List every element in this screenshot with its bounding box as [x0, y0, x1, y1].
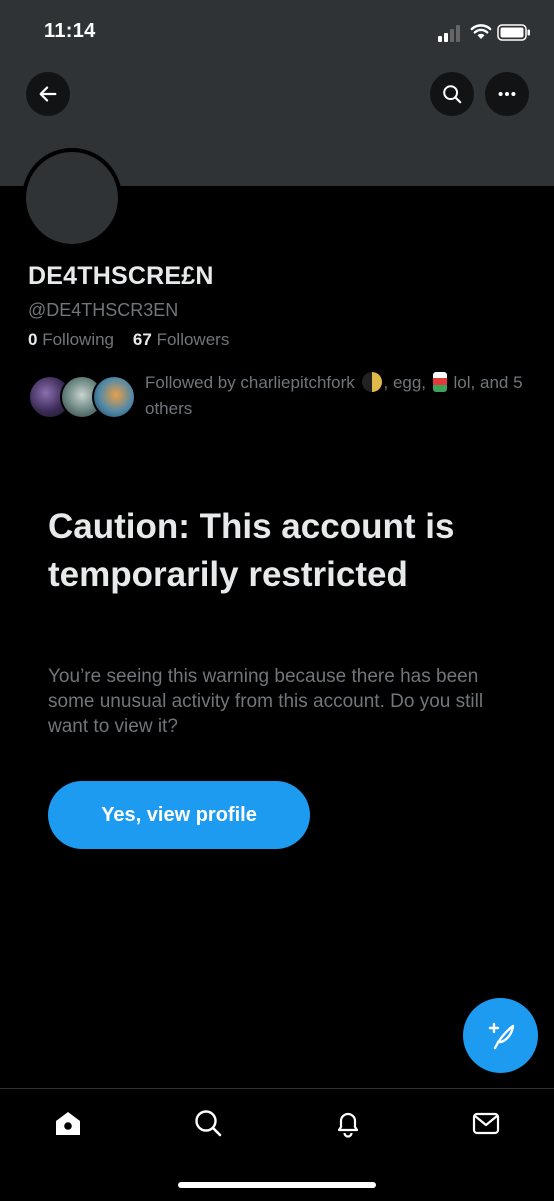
notifications-icon: [337, 1112, 359, 1138]
back-button[interactable]: [26, 72, 70, 116]
tab-notifications[interactable]: [332, 1107, 364, 1139]
followed-by-text[interactable]: Followed by charliepitchfork , egg, lol,…: [145, 370, 540, 422]
followed-by-name-lol: lol,: [453, 373, 476, 392]
search-button[interactable]: [430, 72, 474, 116]
juice-box-emoji-icon: [432, 372, 447, 392]
back-arrow-icon: [39, 86, 57, 102]
display-name: DE4THSCRE£N: [28, 262, 214, 290]
followed-by-name-egg: , egg,: [383, 373, 427, 392]
cellular-signal-icon: [438, 25, 460, 42]
wifi-icon: [470, 24, 492, 39]
warning-body: You’re seeing this warning because there…: [48, 666, 484, 737]
home-icon: [56, 1112, 80, 1135]
messages-icon: [472, 1112, 500, 1135]
more-options-button[interactable]: [485, 72, 529, 116]
moon-emoji-icon: [361, 372, 382, 392]
compose-icon: [488, 1022, 514, 1049]
compose-button[interactable]: [463, 998, 538, 1073]
avatar[interactable]: [22, 148, 122, 248]
search-icon: [443, 85, 462, 104]
following-link[interactable]: 0 Following: [28, 330, 114, 349]
tab-messages[interactable]: [470, 1107, 502, 1139]
mutual-avatar: [92, 375, 136, 419]
search-icon: [195, 1110, 222, 1137]
tab-home[interactable]: [52, 1107, 84, 1139]
view-profile-button[interactable]: Yes, view profile: [48, 781, 310, 849]
followed-by-prefix: Followed by charliepitchfork: [145, 373, 355, 392]
home-indicator[interactable]: [178, 1182, 376, 1188]
user-handle: @DE4THSCR3EN: [28, 300, 179, 320]
followers-link[interactable]: 67 Followers: [133, 330, 229, 349]
follow-counts: 0 Following 67 Followers: [28, 330, 229, 350]
tab-search[interactable]: [192, 1107, 224, 1139]
battery-icon: [497, 24, 530, 41]
followers-label: Followers: [156, 330, 230, 349]
following-count: 0: [28, 330, 38, 349]
followers-count: 67: [132, 330, 152, 349]
warning-title: Caution: This account is temporarily res…: [48, 507, 455, 594]
following-label: Following: [42, 330, 115, 349]
status-time: 11:14: [44, 20, 96, 42]
mutual-followers-avatars[interactable]: [28, 375, 136, 423]
more-icon: [498, 91, 516, 97]
